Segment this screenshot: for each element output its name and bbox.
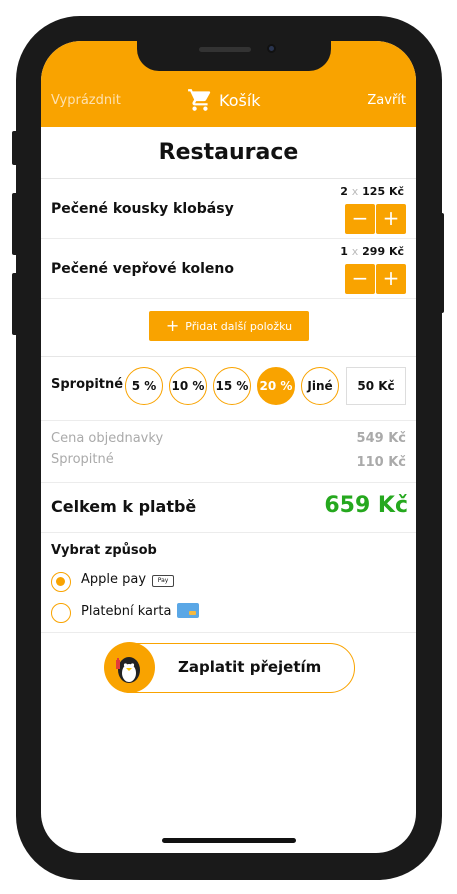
payment-methods: Vybrat způsob Apple pay Pay Platební kart…: [41, 533, 416, 633]
item-qty-price: 1 x 299 Kč: [340, 245, 404, 258]
decrease-button[interactable]: −: [345, 264, 375, 294]
tip-summary-label: Spropitné: [51, 452, 114, 467]
tip-option-5[interactable]: 5 %: [125, 367, 163, 405]
empty-cart-button[interactable]: Vyprázdnit: [51, 93, 121, 108]
times-sign: x: [351, 185, 359, 198]
item-price: 299 Kč: [362, 245, 404, 258]
header-title: Košík: [187, 87, 261, 113]
tip-row: Spropitné 5 % 10 % 15 % 20 % Jiné 50 Kč: [41, 357, 416, 421]
apple-pay-icon: Pay: [152, 575, 175, 587]
increase-button[interactable]: +: [376, 264, 406, 294]
increase-button[interactable]: +: [376, 204, 406, 234]
penguin-icon: [116, 657, 140, 683]
credit-card-icon: [177, 603, 200, 618]
close-button[interactable]: Zavřít: [367, 93, 406, 108]
swipe-handle[interactable]: [104, 642, 155, 693]
volume-up-button: [12, 193, 18, 255]
tip-label: Spropitné: [51, 377, 124, 392]
order-price-label: Cena objednavky: [51, 431, 164, 446]
apple-pay-label: Apple pay: [81, 572, 147, 587]
apple-pay-option[interactable]: Apple pay Pay: [81, 572, 175, 587]
quantity-stepper: − +: [345, 204, 406, 234]
tip-option-other[interactable]: Jiné: [301, 367, 339, 405]
swipe-to-pay-button[interactable]: Zaplatit přejetím: [104, 642, 355, 693]
total-value: 659 Kč: [324, 493, 408, 518]
apple-pay-badge-text: Pay: [157, 577, 169, 584]
plus-icon: +: [165, 316, 180, 335]
mute-switch: [12, 131, 18, 165]
tip-option-20[interactable]: 20 %: [257, 367, 295, 405]
total-row: Celkem k platbě 659 Kč: [41, 483, 416, 533]
item-name: Pečené vepřové koleno: [51, 261, 234, 277]
speaker: [199, 47, 251, 52]
item-qty: 2: [340, 185, 348, 198]
cart-icon: [188, 89, 211, 111]
tip-summary-value: 110 Kč: [356, 455, 406, 470]
swipe-to-pay-label: Zaplatit přejetím: [178, 658, 322, 676]
header-title-text: Košík: [219, 90, 261, 110]
tip-custom-amount[interactable]: 50 Kč: [346, 367, 406, 405]
add-item-label: Přidat další položku: [185, 320, 293, 333]
decrease-button[interactable]: −: [345, 204, 375, 234]
apple-pay-radio[interactable]: [51, 572, 71, 592]
tip-option-15[interactable]: 15 %: [213, 367, 251, 405]
power-button: [438, 213, 444, 313]
card-label: Platební karta: [81, 604, 172, 619]
camera: [267, 44, 276, 53]
item-name: Pečené kousky klobásy: [51, 201, 234, 217]
quantity-stepper: − +: [345, 264, 406, 294]
order-summary: Cena objednavky 549 Kč Spropitné 110 Kč: [41, 421, 416, 483]
volume-down-button: [12, 273, 18, 335]
card-option[interactable]: Platební karta: [81, 603, 200, 619]
add-item-row: + Přidat další položku: [41, 299, 416, 357]
notch: [137, 41, 331, 71]
cart-item: 2 x 125 Kč Pečené kousky klobásy − +: [41, 179, 416, 239]
item-price: 125 Kč: [362, 185, 404, 198]
total-label: Celkem k platbě: [51, 497, 197, 516]
item-qty-price: 2 x 125 Kč: [340, 185, 404, 198]
order-price-value: 549 Kč: [356, 431, 406, 446]
restaurant-name: Restaurace: [41, 127, 416, 179]
item-qty: 1: [340, 245, 348, 258]
add-item-button[interactable]: + Přidat další položku: [149, 311, 309, 341]
home-indicator: [162, 838, 296, 843]
payment-title: Vybrat způsob: [51, 543, 157, 558]
tip-option-10[interactable]: 10 %: [169, 367, 207, 405]
times-sign: x: [351, 245, 359, 258]
screen: Vyprázdnit Košík Zavřít Restaurace 2 x 1…: [41, 41, 416, 853]
cart-item: 1 x 299 Kč Pečené vepřové koleno − +: [41, 239, 416, 299]
card-radio[interactable]: [51, 603, 71, 623]
